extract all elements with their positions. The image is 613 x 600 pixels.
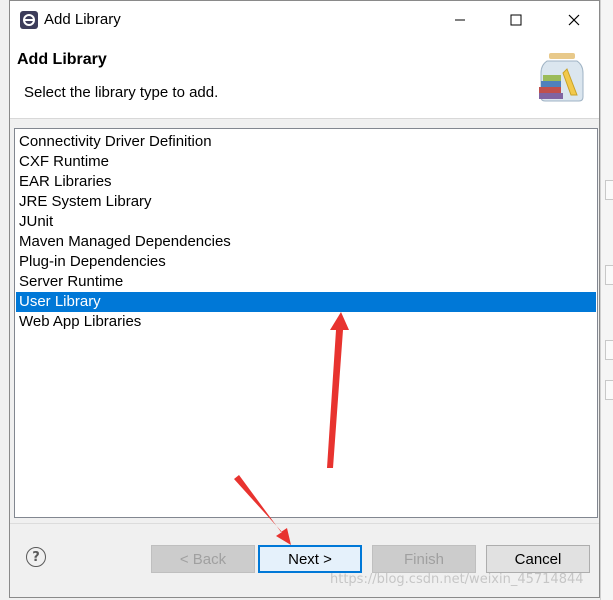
list-item[interactable]: Connectivity Driver Definition — [16, 132, 596, 152]
finish-button[interactable]: Finish — [372, 545, 476, 573]
wizard-header: Add Library Select the library type to a… — [10, 39, 599, 119]
list-item[interactable]: User Library — [16, 292, 596, 312]
list-item[interactable]: JRE System Library — [16, 192, 596, 212]
background-fragment — [605, 340, 613, 360]
watermark: https://blog.csdn.net/weixin_45714844 — [330, 572, 584, 587]
back-button[interactable]: < Back — [151, 545, 255, 573]
list-item[interactable]: EAR Libraries — [16, 172, 596, 192]
eclipse-app-icon — [20, 11, 38, 29]
list-item[interactable]: JUnit — [16, 212, 596, 232]
window-title: Add Library — [44, 11, 121, 28]
help-button[interactable]: ? — [26, 547, 46, 567]
title-bar[interactable]: Add Library — [10, 1, 599, 39]
maximize-button[interactable] — [493, 1, 539, 39]
background-fragment — [605, 180, 613, 200]
close-icon — [568, 14, 580, 26]
maximize-icon — [510, 14, 522, 26]
list-item[interactable]: Web App Libraries — [16, 312, 596, 332]
background-window — [600, 0, 613, 600]
button-bar-separator — [10, 523, 599, 524]
background-fragment — [605, 265, 613, 285]
next-button[interactable]: Next > — [258, 545, 362, 573]
list-item[interactable]: Plug-in Dependencies — [16, 252, 596, 272]
list-item[interactable]: Maven Managed Dependencies — [16, 232, 596, 252]
page-description: Select the library type to add. — [24, 84, 219, 101]
add-library-dialog: Add Library Add Library Select the libra… — [9, 0, 600, 598]
close-button[interactable] — [551, 1, 597, 39]
library-type-list[interactable]: Connectivity Driver Definition CXF Runtim… — [14, 128, 598, 518]
cancel-button[interactable]: Cancel — [486, 545, 590, 573]
minimize-icon — [455, 19, 465, 21]
minimize-button[interactable] — [437, 1, 483, 39]
background-fragment — [605, 380, 613, 400]
list-item[interactable]: Server Runtime — [16, 272, 596, 292]
list-item[interactable]: CXF Runtime — [16, 152, 596, 172]
library-jar-icon — [539, 53, 584, 102]
page-title: Add Library — [17, 51, 107, 68]
